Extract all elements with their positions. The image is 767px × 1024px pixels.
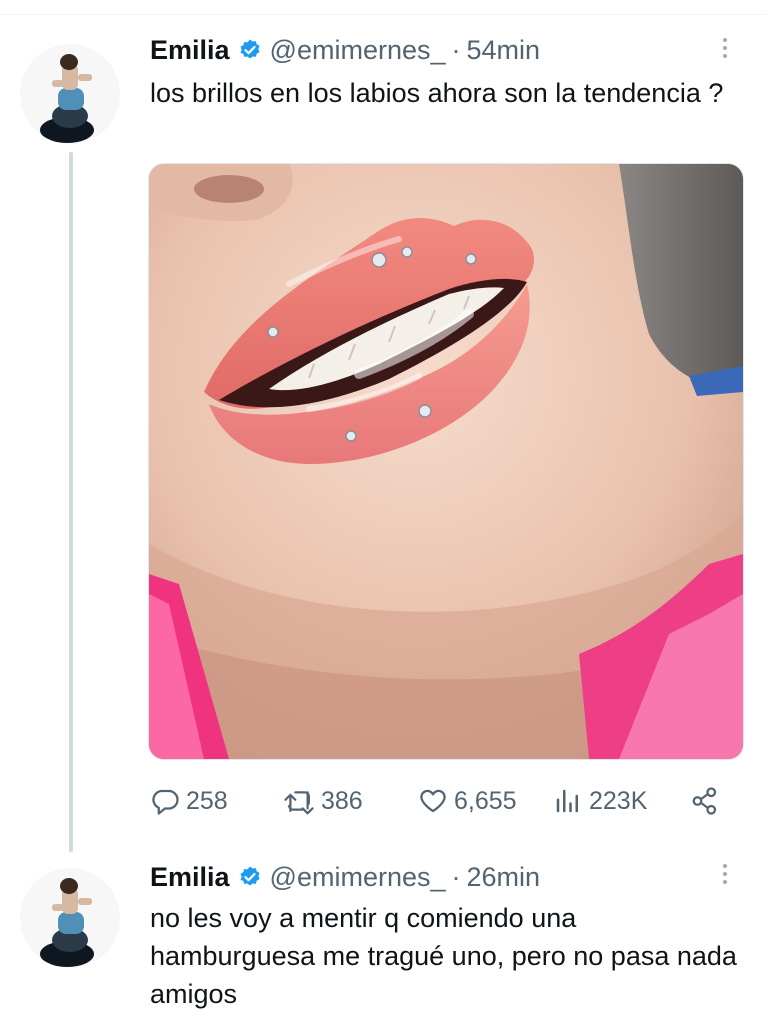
like-button[interactable]: 6,655: [418, 780, 517, 822]
more-options-icon[interactable]: [721, 38, 729, 58]
repost-count: 386: [321, 786, 363, 815]
author-handle[interactable]: @emimernes_: [270, 35, 446, 66]
tweet-header: Emilia @emimernes_ · 26min: [150, 860, 540, 894]
repost-button[interactable]: 386: [283, 780, 363, 822]
tweet-photo[interactable]: [148, 163, 744, 760]
tweet-text: los brillos en los labios ahora son la t…: [150, 78, 724, 108]
view-count: 223K: [589, 786, 648, 815]
timestamp[interactable]: 54min: [467, 35, 541, 66]
reply-count: 258: [186, 786, 228, 815]
tweet-header: Emilia @emimernes_ · 54min: [150, 33, 540, 67]
author-name[interactable]: Emilia: [150, 862, 230, 893]
tweet-text: no les voy a mentir q comiendo una hambu…: [150, 903, 737, 1009]
timestamp[interactable]: 26min: [467, 862, 541, 893]
separator-dot: ·: [451, 861, 461, 892]
views-icon: [556, 789, 578, 813]
reply-button[interactable]: 258: [150, 780, 228, 822]
verified-badge-icon: [238, 865, 262, 889]
avatar[interactable]: [20, 44, 120, 144]
more-options-icon[interactable]: [721, 864, 729, 884]
thread-line: [69, 152, 73, 852]
top-divider: [0, 0, 767, 15]
like-count: 6,655: [454, 786, 517, 815]
verified-badge-icon: [238, 38, 262, 62]
author-name[interactable]: Emilia: [150, 35, 230, 66]
reply-icon: [152, 789, 179, 815]
author-handle[interactable]: @emimernes_: [270, 862, 446, 893]
share-button[interactable]: [690, 780, 720, 822]
views-button[interactable]: 223K: [553, 780, 647, 822]
separator-dot: ·: [451, 34, 461, 65]
repost-icon: [284, 791, 314, 815]
share-icon: [692, 787, 717, 815]
like-icon: [420, 789, 446, 813]
avatar[interactable]: [20, 868, 120, 968]
action-bar: 258 386 6,655 223K: [148, 780, 728, 822]
